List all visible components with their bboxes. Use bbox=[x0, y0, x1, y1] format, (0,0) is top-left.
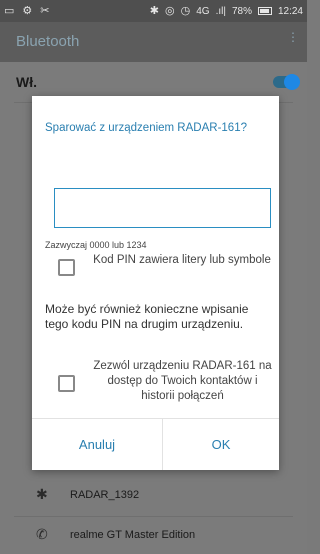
status-left-icons: ▭ ⚙ ✂ bbox=[4, 4, 50, 17]
battery-icon bbox=[257, 7, 272, 15]
tool-icon: ✂ bbox=[40, 4, 50, 17]
alarm-icon: ◷ bbox=[180, 4, 191, 17]
pairing-dialog: Sparować z urządzeniem RADAR-161? Zazwyc… bbox=[32, 96, 279, 470]
bluetooth-icon: ✱ bbox=[36, 486, 48, 502]
pin-hint: Zazwyczaj 0000 lub 1234 bbox=[45, 240, 147, 250]
ok-button[interactable]: OK bbox=[163, 419, 279, 470]
status-right-icons: ✱ ◎ ◷ 4G .ıl| 78% 12:24 bbox=[149, 4, 303, 17]
sync-icon: ◎ bbox=[165, 4, 175, 17]
contacts-access-checkbox[interactable] bbox=[58, 375, 75, 392]
page-title: Bluetooth bbox=[16, 33, 80, 50]
switch-knob bbox=[284, 74, 300, 90]
battery-percent: 78% bbox=[231, 5, 252, 17]
app-bar: Bluetooth ⋮ bbox=[0, 22, 307, 62]
signal-icon: .ıl| bbox=[215, 5, 226, 17]
dialog-title: Sparować z urządzeniem RADAR-161? bbox=[45, 122, 247, 134]
pin-input[interactable] bbox=[54, 188, 271, 228]
clock: 12:24 bbox=[277, 5, 303, 17]
bluetooth-toggle-label: Wł. bbox=[16, 74, 37, 90]
pin-letters-label: Kod PIN zawiera litery lub symbole bbox=[93, 254, 271, 266]
device-name: realme GT Master Edition bbox=[70, 529, 196, 541]
contacts-access-label: Zezwól urządzeniu RADAR-161 na dostęp do… bbox=[93, 360, 272, 402]
bluetooth-icon: ✱ bbox=[149, 4, 159, 17]
network-label: 4G bbox=[196, 5, 210, 17]
cancel-button[interactable]: Anuluj bbox=[32, 419, 162, 470]
pin-note: Może być również konieczne wpisanie tego… bbox=[45, 302, 249, 331]
device-name: RADAR_1392 bbox=[70, 489, 140, 501]
device-row[interactable]: ✱ RADAR_1392 bbox=[0, 476, 307, 516]
settings-app-icon: ⚙ bbox=[22, 4, 33, 17]
device-row[interactable]: ✆ realme GT Master Edition bbox=[0, 516, 307, 554]
status-bar: ▭ ⚙ ✂ ✱ ◎ ◷ 4G .ıl| 78% 12:24 bbox=[0, 0, 307, 22]
image-icon: ▭ bbox=[4, 4, 15, 17]
pin-letters-checkbox[interactable] bbox=[58, 259, 75, 276]
overflow-menu-icon[interactable]: ⋮ bbox=[287, 31, 299, 43]
bluetooth-switch[interactable] bbox=[273, 74, 300, 90]
phone-icon: ✆ bbox=[36, 526, 48, 542]
